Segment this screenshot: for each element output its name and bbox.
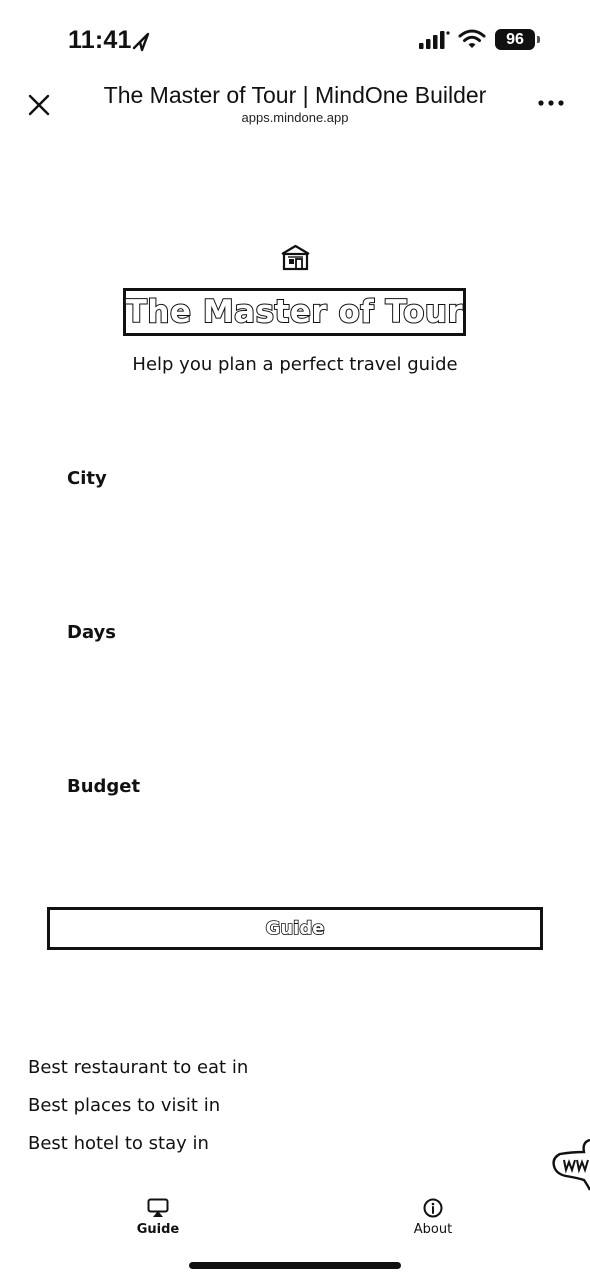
home-indicator[interactable] <box>189 1262 401 1269</box>
budget-label: Budget <box>67 776 141 797</box>
cellular-signal-icon <box>419 31 450 49</box>
airplay-icon <box>147 1198 169 1217</box>
more-options-icon[interactable] <box>536 98 566 108</box>
tab-guide-label: Guide <box>136 1222 180 1237</box>
building-logo-icon <box>281 244 310 271</box>
budget-input[interactable] <box>67 808 523 852</box>
browser-page-title: The Master of Tour | MindOne Builder <box>103 82 487 108</box>
days-label: Days <box>67 622 116 643</box>
app-title: The Master of Tour <box>125 293 464 331</box>
battery-tip <box>537 36 540 43</box>
browser-url: apps.mindone.app <box>241 110 349 125</box>
suggestion-places[interactable]: Best places to visit in <box>28 1095 220 1116</box>
guide-button[interactable]: Guide <box>47 907 543 950</box>
tab-guide[interactable]: Guide <box>118 1198 198 1238</box>
wifi-icon <box>458 29 486 48</box>
status-time: 11:41 <box>68 26 132 54</box>
floating-assistant-icon[interactable] <box>552 1138 590 1192</box>
location-arrow-icon <box>132 32 150 52</box>
tab-about[interactable]: About <box>393 1198 473 1238</box>
city-label: City <box>67 468 107 489</box>
suggestion-restaurant[interactable]: Best restaurant to eat in <box>28 1057 248 1078</box>
tab-about-label: About <box>413 1222 453 1237</box>
app-subtitle: Help you plan a perfect travel guide <box>132 354 458 375</box>
city-input[interactable] <box>67 500 523 544</box>
browser-header: The Master of Tour | MindOne Builder app… <box>0 80 590 130</box>
suggestion-hotel[interactable]: Best hotel to stay in <box>28 1133 209 1154</box>
days-input[interactable] <box>67 654 523 698</box>
close-icon[interactable] <box>26 92 52 118</box>
info-icon <box>423 1198 443 1218</box>
battery-level: 96 <box>495 29 535 50</box>
status-bar: 11:41 96 <box>0 0 590 80</box>
app-title-box: The Master of Tour <box>123 288 466 336</box>
guide-button-label: Guide <box>265 917 325 940</box>
